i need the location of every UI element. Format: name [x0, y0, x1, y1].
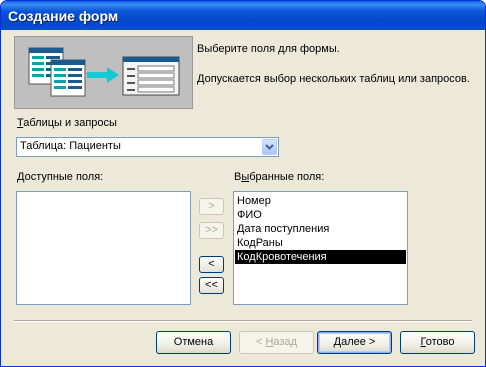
selected-fields-label: Выбранные поля: — [234, 171, 325, 183]
add-all-fields-button[interactable]: >> — [199, 222, 224, 239]
wizard-illustration — [14, 36, 193, 109]
add-field-button[interactable]: > — [199, 198, 224, 215]
hint-multiple-tables: Допускается выбор нескольких таблиц или … — [197, 73, 470, 85]
divider — [14, 320, 472, 322]
hint-select-fields: Выберите поля для формы. — [197, 43, 340, 55]
back-button[interactable]: < Назад — [239, 331, 314, 354]
available-fields-label: Доступные поля: — [17, 171, 104, 183]
list-item[interactable]: ФИО — [236, 208, 262, 222]
next-button[interactable]: Далее > — [317, 331, 392, 354]
chevron-down-icon — [265, 144, 274, 150]
tables-to-form-icon — [28, 47, 180, 97]
tables-combobox-value: Таблица: Пациенты — [20, 140, 121, 152]
title-bar[interactable]: Создание форм — [1, 1, 485, 30]
dialog-body: Выберите поля для формы. Допускается выб… — [4, 30, 482, 363]
remove-field-button[interactable]: < — [199, 256, 224, 273]
list-item[interactable]: Номер — [236, 194, 271, 208]
dropdown-button[interactable] — [262, 139, 277, 155]
available-fields-list[interactable] — [16, 191, 191, 305]
list-item[interactable]: Дата поступления — [236, 222, 329, 236]
window-title: Создание форм — [8, 8, 119, 24]
list-item-selected[interactable]: КодКровотечения — [235, 250, 406, 264]
selected-fields-list[interactable]: Номер ФИО Дата поступления КодРаны КодКр… — [233, 191, 408, 305]
cancel-button[interactable]: Отмена — [156, 331, 231, 354]
list-item[interactable]: КодРаны — [236, 236, 283, 250]
tables-label: Таблицы и запросы — [17, 117, 117, 129]
tables-combobox[interactable]: Таблица: Пациенты — [16, 137, 279, 157]
dialog-window: Создание форм Выберите поля для формы. Д… — [0, 0, 486, 367]
finish-button[interactable]: Готово — [400, 331, 475, 354]
remove-all-fields-button[interactable]: << — [199, 277, 224, 294]
